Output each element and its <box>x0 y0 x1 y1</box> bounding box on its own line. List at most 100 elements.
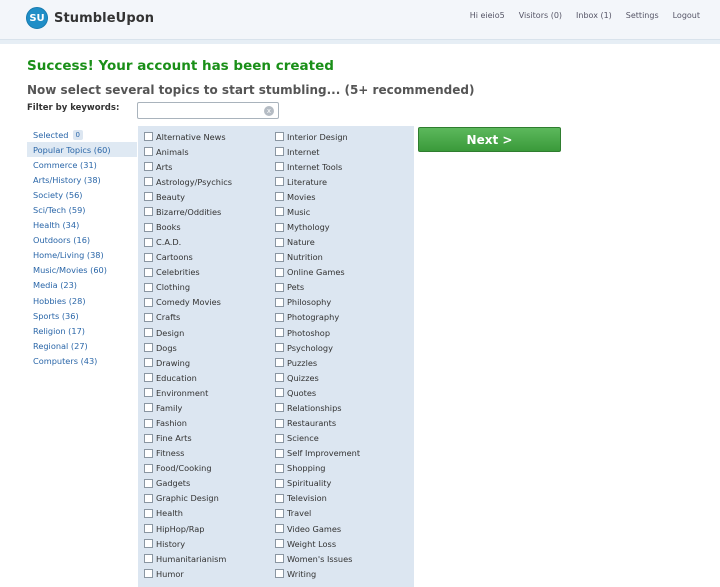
topic-item[interactable]: Gadgets <box>144 476 274 491</box>
topic-item[interactable]: Cartoons <box>144 250 274 265</box>
topic-item[interactable]: Crafts <box>144 310 274 325</box>
topic-item[interactable]: Video Games <box>275 521 405 536</box>
category-item[interactable]: Outdoors (16) <box>27 233 137 248</box>
topic-item[interactable]: Science <box>275 431 405 446</box>
topic-checkbox[interactable] <box>275 403 284 413</box>
topic-checkbox[interactable] <box>144 207 153 217</box>
topic-item[interactable]: Women's Issues <box>275 551 405 566</box>
topic-checkbox[interactable] <box>275 373 284 383</box>
topic-checkbox[interactable] <box>144 343 153 353</box>
topic-item[interactable]: Psychology <box>275 340 405 355</box>
topic-item[interactable]: Writing <box>275 566 405 581</box>
topic-item[interactable]: Photography <box>275 310 405 325</box>
topic-checkbox[interactable] <box>144 237 153 247</box>
topic-checkbox[interactable] <box>275 418 284 428</box>
category-selected[interactable]: Selected 0 <box>27 127 137 142</box>
topic-checkbox[interactable] <box>275 162 284 172</box>
topic-item[interactable]: Fine Arts <box>144 431 274 446</box>
category-item[interactable]: Commerce (31) <box>27 157 137 172</box>
topic-item[interactable]: Celebrities <box>144 265 274 280</box>
topic-checkbox[interactable] <box>144 252 153 262</box>
topic-checkbox[interactable] <box>144 312 153 322</box>
topic-item[interactable]: Restaurants <box>275 415 405 430</box>
topic-item[interactable]: Relationships <box>275 400 405 415</box>
topic-item[interactable]: Movies <box>275 189 405 204</box>
topic-item[interactable]: Dogs <box>144 340 274 355</box>
topic-checkbox[interactable] <box>144 297 153 307</box>
topic-checkbox[interactable] <box>275 222 284 232</box>
filter-input[interactable] <box>140 104 258 117</box>
greeting-link[interactable]: Hi eieio5 <box>470 11 505 20</box>
topic-checkbox[interactable] <box>275 343 284 353</box>
topic-checkbox[interactable] <box>275 267 284 277</box>
topic-item[interactable]: Internet Tools <box>275 159 405 174</box>
topic-item[interactable]: Humanitarianism <box>144 551 274 566</box>
topic-item[interactable]: Environment <box>144 385 274 400</box>
topic-checkbox[interactable] <box>275 508 284 518</box>
topic-item[interactable]: Music <box>275 204 405 219</box>
topic-checkbox[interactable] <box>144 192 153 202</box>
topic-item[interactable]: Television <box>275 491 405 506</box>
topic-item[interactable]: Alternative News <box>144 129 274 144</box>
topic-checkbox[interactable] <box>275 358 284 368</box>
topic-checkbox[interactable] <box>144 132 153 142</box>
topic-checkbox[interactable] <box>275 493 284 503</box>
topic-checkbox[interactable] <box>144 388 153 398</box>
topic-item[interactable]: Design <box>144 325 274 340</box>
category-item[interactable]: Computers (43) <box>27 353 137 368</box>
topic-item[interactable]: History <box>144 536 274 551</box>
topic-item[interactable]: Graphic Design <box>144 491 274 506</box>
topic-item[interactable]: Health <box>144 506 274 521</box>
topic-item[interactable]: Photoshop <box>275 325 405 340</box>
topic-checkbox[interactable] <box>144 524 153 534</box>
topic-checkbox[interactable] <box>144 433 153 443</box>
topic-checkbox[interactable] <box>275 192 284 202</box>
topic-item[interactable]: Internet <box>275 144 405 159</box>
logout-link[interactable]: Logout <box>673 11 700 20</box>
topic-checkbox[interactable] <box>275 524 284 534</box>
topic-item[interactable]: Weight Loss <box>275 536 405 551</box>
topic-item[interactable]: Interior Design <box>275 129 405 144</box>
topic-checkbox[interactable] <box>275 433 284 443</box>
topic-item[interactable]: Spirituality <box>275 476 405 491</box>
topic-item[interactable]: Comedy Movies <box>144 295 274 310</box>
topic-checkbox[interactable] <box>275 388 284 398</box>
category-item[interactable]: Sports (36) <box>27 308 137 323</box>
topic-item[interactable]: C.A.D. <box>144 235 274 250</box>
topic-item[interactable]: Quizzes <box>275 370 405 385</box>
topic-checkbox[interactable] <box>144 539 153 549</box>
topic-checkbox[interactable] <box>275 569 284 579</box>
category-item[interactable]: Media (23) <box>27 278 137 293</box>
topic-item[interactable]: Self Improvement <box>275 446 405 461</box>
topic-checkbox[interactable] <box>275 297 284 307</box>
category-item[interactable]: Regional (27) <box>27 338 137 353</box>
topic-checkbox[interactable] <box>275 207 284 217</box>
topic-item[interactable]: Online Games <box>275 265 405 280</box>
topic-item[interactable]: Food/Cooking <box>144 461 274 476</box>
topic-checkbox[interactable] <box>144 328 153 338</box>
topic-checkbox[interactable] <box>275 177 284 187</box>
topic-checkbox[interactable] <box>144 147 153 157</box>
topic-item[interactable]: Humor <box>144 566 274 581</box>
topic-item[interactable]: Education <box>144 370 274 385</box>
logo[interactable]: SU StumbleUpon <box>26 7 154 29</box>
topic-checkbox[interactable] <box>275 252 284 262</box>
topic-item[interactable]: Books <box>144 219 274 234</box>
topic-checkbox[interactable] <box>275 328 284 338</box>
topic-checkbox[interactable] <box>144 403 153 413</box>
topic-item[interactable]: Literature <box>275 174 405 189</box>
category-item[interactable]: Music/Movies (60) <box>27 263 137 278</box>
topic-checkbox[interactable] <box>144 418 153 428</box>
topic-item[interactable]: Puzzles <box>275 355 405 370</box>
category-item[interactable]: Health (34) <box>27 218 137 233</box>
inbox-link[interactable]: Inbox (1) <box>576 11 612 20</box>
topic-checkbox[interactable] <box>144 569 153 579</box>
topic-checkbox[interactable] <box>144 448 153 458</box>
topic-item[interactable]: Nature <box>275 235 405 250</box>
visitors-link[interactable]: Visitors (0) <box>519 11 562 20</box>
topic-checkbox[interactable] <box>144 267 153 277</box>
topic-checkbox[interactable] <box>144 358 153 368</box>
topic-item[interactable]: Family <box>144 400 274 415</box>
topic-checkbox[interactable] <box>144 282 153 292</box>
topic-item[interactable]: Arts <box>144 159 274 174</box>
